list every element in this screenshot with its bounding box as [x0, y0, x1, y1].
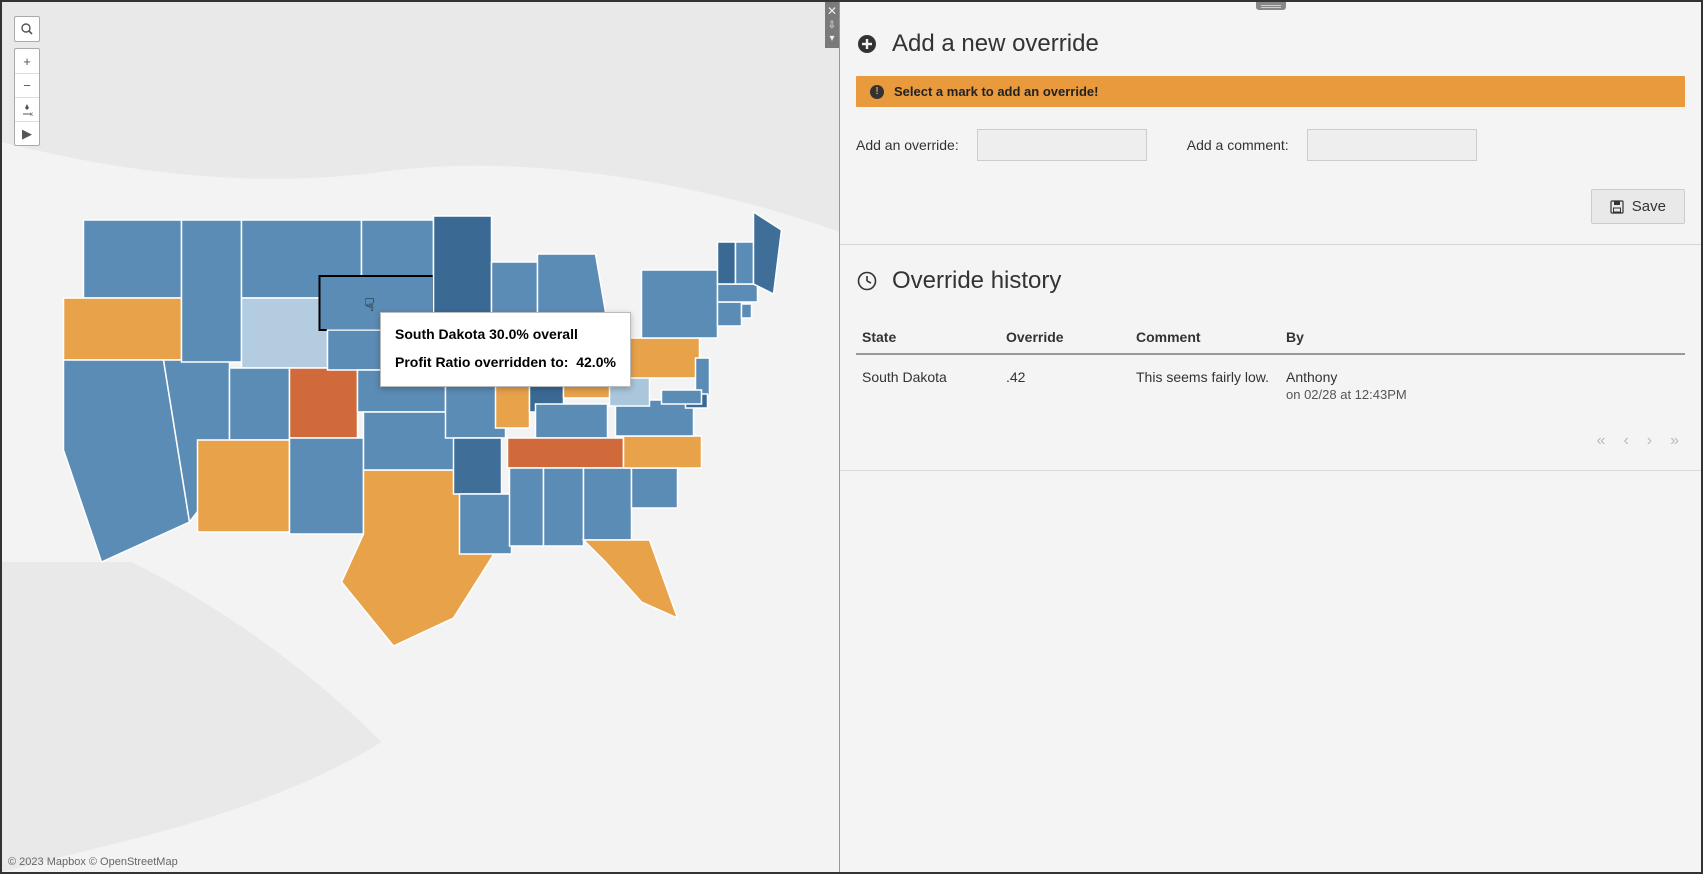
- state-ut[interactable]: [230, 368, 290, 440]
- map-panel: + − x ▶ ✕ ⇩ ▾ ☟ South Dakota 30.0% overa…: [2, 2, 840, 872]
- plus-icon: +: [23, 54, 31, 69]
- map-play-button[interactable]: ▶: [15, 121, 39, 145]
- history-pager: « ‹ › »: [856, 402, 1685, 462]
- comment-input-label: Add a comment:: [1187, 137, 1289, 153]
- tooltip-override-pct: 42.0%: [576, 354, 616, 370]
- clock-icon: [856, 270, 878, 292]
- pin-icon[interactable]: ⇩: [828, 20, 836, 31]
- zoom-in-button[interactable]: +: [15, 49, 39, 73]
- override-form-row: Add an override: Add a comment:: [856, 107, 1685, 161]
- history-row-override: .42: [1006, 369, 1136, 385]
- state-ri[interactable]: [742, 304, 752, 318]
- alert-icon: !: [870, 85, 884, 99]
- tooltip-override-prefix: Profit Ratio overridden to:: [395, 354, 568, 370]
- state-vt[interactable]: [718, 242, 736, 284]
- pin-reset-icon: x: [20, 103, 34, 117]
- minus-icon: −: [23, 78, 31, 93]
- state-la[interactable]: [460, 494, 512, 554]
- state-ma[interactable]: [718, 284, 758, 302]
- map-tooltip: South Dakota 30.0% overall Profit Ratio …: [380, 312, 631, 387]
- history-header: Override history: [856, 245, 1685, 313]
- chevron-down-icon[interactable]: ▾: [829, 33, 834, 44]
- map-toolbar: + − x ▶: [14, 16, 40, 146]
- search-icon: [21, 23, 33, 35]
- state-tn[interactable]: [508, 438, 624, 468]
- override-form-title: Add a new override: [892, 30, 1099, 58]
- state-ky[interactable]: [536, 404, 608, 438]
- zoom-out-button[interactable]: −: [15, 73, 39, 97]
- map-search-button[interactable]: [15, 17, 39, 41]
- state-ga[interactable]: [584, 468, 632, 540]
- history-col-by: By: [1286, 329, 1685, 345]
- state-or[interactable]: [64, 298, 182, 360]
- tooltip-overall-pct: 30.0%: [489, 326, 529, 342]
- override-input-label: Add an override:: [856, 137, 959, 153]
- state-ms[interactable]: [510, 468, 544, 546]
- state-nh[interactable]: [736, 242, 754, 284]
- state-ar[interactable]: [454, 438, 502, 494]
- close-icon[interactable]: ✕: [827, 4, 837, 18]
- history-row-by-meta: on 02/28 at 12:43PM: [1286, 387, 1685, 402]
- history-table: State Override Comment By South Dakota .…: [856, 329, 1685, 402]
- state-id[interactable]: [182, 220, 242, 362]
- state-nc[interactable]: [624, 436, 702, 468]
- history-row-comment: This seems fairly low.: [1136, 369, 1286, 385]
- comment-input[interactable]: [1307, 129, 1477, 161]
- state-al[interactable]: [544, 468, 584, 546]
- history-col-state: State: [856, 329, 1006, 345]
- panel-drag-handle[interactable]: [1256, 2, 1286, 10]
- state-wa[interactable]: [84, 220, 182, 298]
- map-canvas[interactable]: [2, 2, 839, 872]
- play-icon: ▶: [22, 126, 32, 142]
- zoom-reset-button[interactable]: x: [15, 97, 39, 121]
- history-row-by-name: Anthony: [1286, 369, 1685, 385]
- state-ct[interactable]: [718, 302, 742, 326]
- plus-circle-icon: [856, 33, 878, 55]
- history-title: Override history: [892, 267, 1061, 295]
- tooltip-state: South Dakota: [395, 326, 485, 342]
- history-row-state: South Dakota: [856, 369, 1006, 385]
- history-col-override: Override: [1006, 329, 1136, 345]
- override-form-header: Add a new override: [856, 2, 1685, 76]
- override-input[interactable]: [977, 129, 1147, 161]
- svg-text:x: x: [30, 112, 33, 117]
- save-button[interactable]: Save: [1591, 189, 1685, 224]
- save-button-label: Save: [1632, 198, 1666, 215]
- pager-next[interactable]: ›: [1647, 432, 1652, 450]
- panel-collapse-strip[interactable]: ✕ ⇩ ▾: [825, 2, 839, 48]
- history-row[interactable]: South Dakota .42 This seems fairly low. …: [856, 355, 1685, 402]
- alert-banner: ! Select a mark to add an override!: [856, 76, 1685, 107]
- side-panel: Add a new override ! Select a mark to ad…: [840, 2, 1701, 872]
- tooltip-overall-suffix: overall: [533, 326, 578, 342]
- state-co[interactable]: [290, 368, 358, 438]
- save-icon: [1610, 200, 1624, 214]
- state-nm[interactable]: [290, 438, 364, 534]
- alert-text: Select a mark to add an override!: [894, 84, 1098, 99]
- map-attribution: © 2023 Mapbox © OpenStreetMap: [8, 856, 178, 868]
- pager-first[interactable]: «: [1597, 432, 1606, 450]
- state-mn[interactable]: [434, 216, 492, 320]
- pager-prev[interactable]: ‹: [1623, 432, 1628, 450]
- state-md[interactable]: [662, 390, 702, 404]
- state-nd[interactable]: [362, 220, 434, 276]
- state-wy[interactable]: [242, 298, 328, 368]
- state-ny[interactable]: [642, 270, 718, 338]
- state-sc[interactable]: [632, 468, 678, 508]
- pager-last[interactable]: »: [1670, 432, 1679, 450]
- history-col-comment: Comment: [1136, 329, 1286, 345]
- state-az[interactable]: [198, 440, 290, 532]
